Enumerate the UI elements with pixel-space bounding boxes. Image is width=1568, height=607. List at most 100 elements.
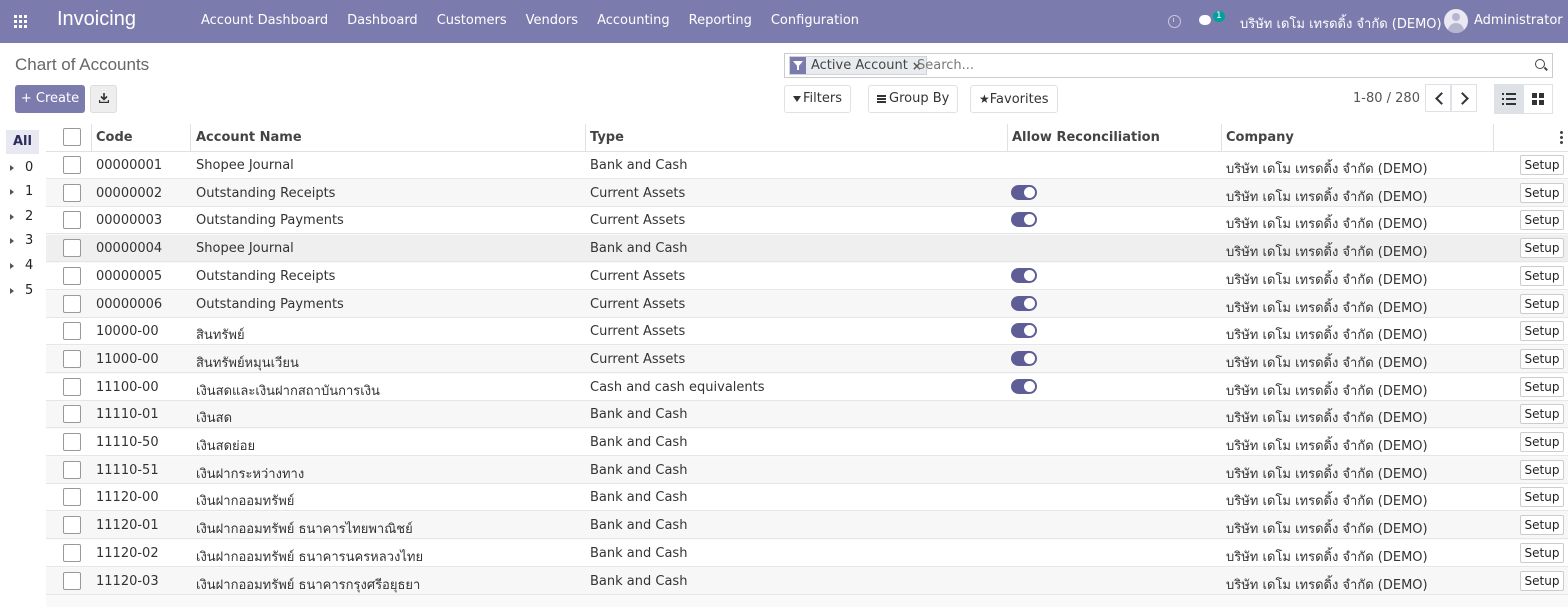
row-checkbox[interactable] (63, 211, 81, 230)
table-row[interactable]: 00000004 Shopee Journal Bank and Cash บริษั… (46, 235, 1568, 263)
column-header-account-name[interactable]: Account Name (196, 130, 302, 145)
setup-button[interactable]: Setup (1520, 238, 1564, 259)
row-checkbox[interactable] (63, 156, 81, 174)
allow-reconciliation-toggle[interactable] (1011, 295, 1037, 311)
row-checkbox[interactable] (63, 488, 81, 507)
sidebar-item-4[interactable]: 4 (10, 258, 33, 273)
column-header-allow-reconciliation[interactable]: Allow Reconciliation (1012, 130, 1160, 145)
sidebar-item-2[interactable]: 2 (10, 209, 33, 224)
setup-button[interactable]: Setup (1520, 293, 1564, 314)
table-row[interactable]: 11110-50 เงินสดย่อย Bank and Cash บริษัท เด… (46, 429, 1568, 456)
table-row[interactable]: 11120-00 เงินฝากออมทรัพย์ Bank and Cash บริ… (46, 484, 1568, 512)
table-row[interactable]: 11110-01 เงินสด Bank and Cash บริษัท เดโม เ… (46, 401, 1568, 429)
kanban-view-button[interactable] (1523, 84, 1553, 114)
pager-value[interactable]: 1-80 / 280 (1353, 91, 1420, 106)
pager-next-button[interactable] (1451, 84, 1477, 112)
column-header-company[interactable]: Company (1226, 130, 1294, 145)
allow-reconciliation-toggle[interactable] (1011, 267, 1037, 283)
export-button[interactable] (90, 85, 117, 113)
sidebar-item-3[interactable]: 3 (10, 233, 33, 248)
row-checkbox[interactable] (63, 571, 81, 590)
menu-configuration[interactable]: Configuration (771, 13, 859, 28)
allow-reconciliation-toggle[interactable] (1011, 350, 1037, 366)
column-header-code[interactable]: Code (96, 130, 133, 145)
allow-reconciliation-toggle[interactable] (1011, 378, 1037, 394)
chat-icon[interactable] (1199, 15, 1211, 25)
row-checkbox[interactable] (63, 183, 81, 202)
optional-columns-icon[interactable] (1560, 131, 1563, 144)
column-header-type[interactable]: Type (590, 130, 624, 145)
row-checkbox[interactable] (63, 266, 81, 285)
cell-type: Bank and Cash (590, 490, 688, 506)
cell-type: Current Assets (590, 296, 686, 312)
allow-reconciliation-toggle[interactable] (1011, 323, 1037, 339)
user-menu[interactable]: Administrator (1474, 13, 1563, 28)
select-all-checkbox[interactable] (63, 128, 81, 146)
cell-code: 11110-51 (96, 462, 159, 478)
create-button[interactable]: + Create (15, 85, 85, 113)
setup-button[interactable]: Setup (1520, 432, 1564, 452)
table-row[interactable]: 11100-00 เงินสดและเงินฝากสถาบันการเงิน Cas… (46, 373, 1568, 401)
menu-accounting[interactable]: Accounting (597, 13, 670, 28)
sidebar-item-5[interactable]: 5 (10, 283, 33, 298)
sidebar-item-0[interactable]: 0 (10, 160, 33, 175)
row-checkbox[interactable] (63, 516, 81, 535)
apps-menu-icon[interactable] (14, 15, 27, 28)
list-view-button[interactable] (1494, 84, 1524, 114)
setup-button[interactable]: Setup (1520, 459, 1564, 480)
menu-reporting[interactable]: Reporting (689, 13, 752, 28)
filters-button[interactable]: Filters (784, 85, 851, 113)
cell-code: 11120-00 (96, 490, 159, 506)
table-row[interactable]: 11120-02 เงินฝากออมทรัพย์ ธนาคารนครหลวงไท… (46, 539, 1568, 567)
setup-button[interactable]: Setup (1520, 265, 1564, 286)
setup-button[interactable]: Setup (1520, 210, 1564, 231)
company-switcher[interactable]: บริษัท เดโม เทรดดิ้ง จำกัด (DEMO) (1240, 13, 1442, 34)
setup-button[interactable]: Setup (1520, 376, 1564, 397)
sidebar-item-all[interactable]: All (6, 130, 39, 154)
setup-button[interactable]: Setup (1520, 348, 1564, 369)
setup-button[interactable]: Setup (1520, 155, 1564, 175)
menu-dashboard[interactable]: Dashboard (347, 13, 418, 28)
pager-previous-button[interactable] (1425, 84, 1451, 112)
allow-reconciliation-toggle[interactable] (1011, 212, 1037, 228)
groupby-button[interactable]: Group By (868, 85, 959, 113)
cell-company: บริษัท เดโม เทรดดิ้ง จำกัด (DEMO) (1226, 272, 1428, 288)
table-row[interactable]: 00000003 Outstanding Payments Current Asse… (46, 207, 1568, 235)
row-checkbox[interactable] (63, 543, 81, 562)
row-checkbox[interactable] (63, 239, 81, 258)
row-checkbox[interactable] (63, 322, 81, 341)
table-row[interactable]: 11120-03 เงินฝากออมทรัพย์ ธนาคารกรุงศรีอย… (46, 567, 1568, 595)
sidebar-item-1[interactable]: 1 (10, 184, 33, 199)
table-row[interactable]: 10000-00 สินทรัพย์ Current Assets บริษัท เด… (46, 318, 1568, 346)
setup-button[interactable]: Setup (1520, 542, 1564, 563)
row-checkbox[interactable] (63, 433, 81, 451)
setup-button[interactable]: Setup (1520, 570, 1564, 591)
table-row[interactable]: 11110-51 เงินฝากระหว่างทาง Bank and Cash บร… (46, 456, 1568, 484)
setup-button[interactable]: Setup (1520, 182, 1564, 203)
menu-account-dashboard[interactable]: Account Dashboard (201, 13, 328, 28)
row-checkbox[interactable] (63, 405, 81, 424)
setup-button[interactable]: Setup (1520, 404, 1564, 425)
row-checkbox[interactable] (63, 460, 81, 479)
setup-button[interactable]: Setup (1520, 515, 1564, 536)
table-row[interactable]: 00000002 Outstanding Receipts Current Asse… (46, 179, 1568, 207)
setup-button[interactable]: Setup (1520, 321, 1564, 342)
app-title[interactable]: Invoicing (57, 8, 136, 31)
menu-customers[interactable]: Customers (437, 13, 507, 28)
favorites-button[interactable]: ★Favorites (970, 85, 1058, 113)
menu-vendors[interactable]: Vendors (526, 13, 578, 28)
user-avatar[interactable] (1444, 9, 1468, 33)
table-row[interactable]: 00000006 Outstanding Payments Current Asse… (46, 290, 1568, 318)
activity-clock-icon[interactable] (1168, 15, 1181, 28)
setup-button[interactable]: Setup (1520, 487, 1564, 508)
row-checkbox[interactable] (63, 377, 81, 396)
search-input[interactable] (917, 56, 1517, 75)
table-row[interactable]: 00000005 Outstanding Receipts Current Asse… (46, 262, 1568, 290)
table-row[interactable]: 00000001 Shopee Journal Bank and Cash บริษั… (46, 152, 1568, 179)
allow-reconciliation-toggle[interactable] (1011, 184, 1037, 200)
search-icon[interactable] (1535, 59, 1545, 69)
row-checkbox[interactable] (63, 294, 81, 313)
row-checkbox[interactable] (63, 349, 81, 368)
table-row[interactable]: 11120-01 เงินฝากออมทรัพย์ ธนาคารไทยพาณิชย… (46, 512, 1568, 540)
table-row[interactable]: 11000-00 สินทรัพย์หมุนเวียน Current Assets… (46, 345, 1568, 373)
